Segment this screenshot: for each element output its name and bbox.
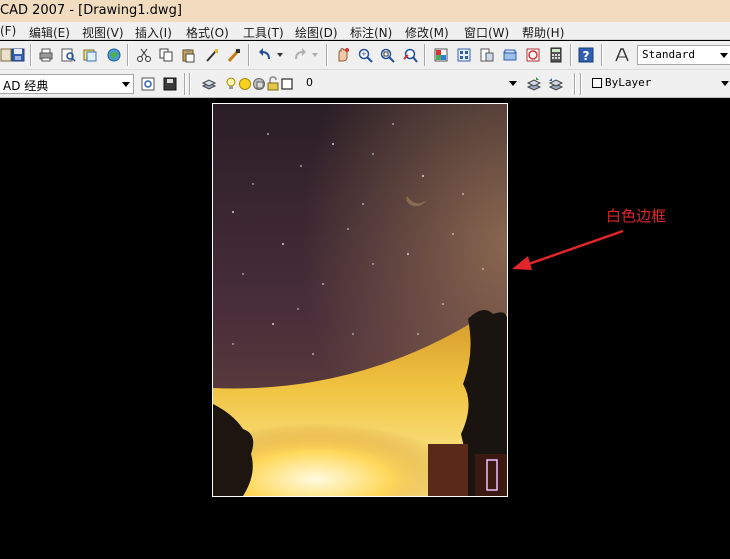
chevron-down-icon[interactable]: [509, 81, 517, 86]
toolbar-separator: [574, 73, 576, 95]
menu-dimension[interactable]: 标注(N): [350, 24, 392, 41]
text-style-value: Standard: [642, 48, 695, 61]
design-center-icon[interactable]: [454, 45, 474, 65]
annotation-arrow: [512, 229, 624, 270]
menu-help[interactable]: 帮助(H): [522, 24, 564, 41]
tool-palettes-icon[interactable]: [477, 45, 497, 65]
layer-previous-icon[interactable]: [546, 74, 566, 94]
text-style-select[interactable]: Standard: [637, 45, 730, 65]
layer-thaw-icon[interactable]: [238, 74, 252, 94]
sheet-set-icon[interactable]: [500, 45, 520, 65]
save-icon[interactable]: [8, 45, 28, 65]
svg-text:?: ?: [583, 49, 590, 63]
toolbar-separator: [30, 44, 32, 66]
svg-text:+: +: [361, 50, 367, 58]
night-sky-photo: [213, 104, 507, 496]
workspace-value: AD 经典: [3, 79, 49, 93]
window-title: CAD 2007 - [Drawing1.dwg]: [0, 3, 182, 18]
building: [428, 444, 468, 496]
toolbar-separator: [184, 73, 186, 95]
markup-set-icon[interactable]: [523, 45, 543, 65]
layer-select[interactable]: 0: [302, 74, 520, 94]
redo-icon[interactable]: [290, 45, 310, 65]
toolbar-separator: [326, 44, 328, 66]
properties-icon[interactable]: [431, 45, 451, 65]
inserted-image-frame[interactable]: [212, 103, 508, 497]
color-value: ByLayer: [605, 76, 652, 89]
menu-format[interactable]: 格式(O): [186, 24, 229, 41]
toolbar-separator: [570, 44, 572, 66]
paste-icon[interactable]: [178, 45, 198, 65]
menu-bar: (F) 编辑(E) 视图(V) 插入(I) 格式(O) 工具(T) 绘图(D) …: [0, 22, 730, 40]
menu-edit[interactable]: 编辑(E): [29, 24, 70, 41]
layer-color-swatch[interactable]: [280, 74, 294, 94]
zoom-window-icon[interactable]: [377, 45, 397, 65]
toolbar-separator: [601, 44, 603, 66]
pan-realtime-icon[interactable]: [333, 45, 353, 65]
toolbar-separator: [189, 73, 191, 95]
menu-file[interactable]: (F): [0, 24, 16, 38]
layer-on-icon[interactable]: [224, 74, 238, 94]
bylayer-swatch: [592, 78, 602, 88]
standard-toolbar: + ? Standard: [0, 41, 730, 70]
undo-dropdown-icon[interactable]: [274, 45, 286, 65]
calculator-icon[interactable]: [546, 45, 566, 65]
layer-value: 0: [306, 76, 313, 89]
toolbar-separator: [127, 44, 129, 66]
copy-icon[interactable]: [156, 45, 176, 65]
cut-icon[interactable]: [134, 45, 154, 65]
menu-window[interactable]: 窗口(W): [464, 24, 509, 41]
make-current-layer-icon[interactable]: [524, 74, 544, 94]
menu-view[interactable]: 视图(V): [82, 24, 124, 41]
layer-lock-icon[interactable]: [266, 74, 280, 94]
zoom-previous-icon[interactable]: [400, 45, 420, 65]
undo-icon[interactable]: [255, 45, 275, 65]
toolbar-separator: [248, 44, 250, 66]
toolbar-separator: [424, 44, 426, 66]
zoom-realtime-icon[interactable]: +: [355, 45, 375, 65]
block-editor-icon[interactable]: [224, 45, 244, 65]
text-style-icon[interactable]: [612, 45, 632, 65]
menu-draw[interactable]: 绘图(D): [295, 24, 338, 41]
chevron-down-icon[interactable]: [122, 82, 130, 87]
menu-modify[interactable]: 修改(M): [405, 24, 449, 41]
chevron-down-icon[interactable]: [720, 53, 728, 58]
chevron-down-icon[interactable]: [721, 81, 729, 86]
print-preview-icon[interactable]: [58, 45, 78, 65]
save-workspace-icon[interactable]: [160, 74, 180, 94]
layer-manager-icon[interactable]: [199, 74, 219, 94]
menu-insert[interactable]: 插入(I): [135, 24, 172, 41]
menu-tools[interactable]: 工具(T): [243, 24, 284, 41]
help-icon[interactable]: ?: [576, 45, 596, 65]
redo-dropdown-icon[interactable]: [309, 45, 321, 65]
color-select[interactable]: ByLayer: [589, 74, 730, 94]
print-icon[interactable]: [36, 45, 56, 65]
layer-viewport-icon[interactable]: [252, 74, 266, 94]
layers-toolbar: AD 经典 0 ByLayer: [0, 70, 730, 98]
title-bar: CAD 2007 - [Drawing1.dwg]: [0, 0, 730, 22]
toolbar-separator: [580, 73, 582, 95]
match-properties-icon[interactable]: [202, 45, 222, 65]
workspace-select[interactable]: AD 经典: [0, 74, 134, 94]
globe-icon[interactable]: [104, 45, 124, 65]
workspace-settings-icon[interactable]: [138, 74, 158, 94]
publish-icon[interactable]: [80, 45, 100, 65]
